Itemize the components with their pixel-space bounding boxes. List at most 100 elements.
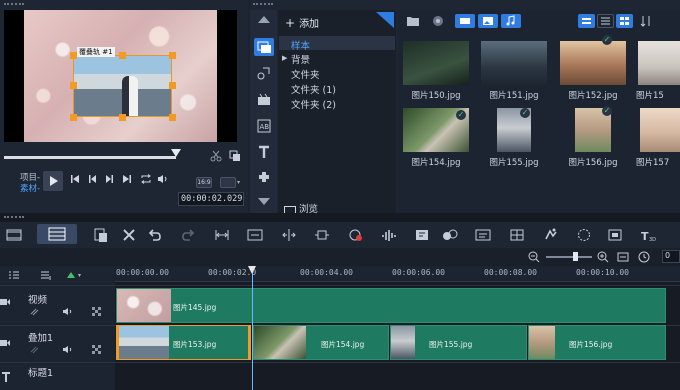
resize-handle-br[interactable]: [169, 114, 176, 121]
expand-arrow-icon[interactable]: ▶: [282, 54, 287, 62]
snapshot-icon[interactable]: [229, 150, 241, 162]
resize-handle-bl[interactable]: [70, 114, 77, 121]
panel-divider[interactable]: [0, 213, 680, 222]
track-manager-icon[interactable]: [8, 270, 20, 280]
timeline-view-button[interactable]: [37, 224, 77, 244]
mask-creator-icon[interactable]: [576, 227, 592, 243]
transition-icon[interactable]: [257, 66, 271, 80]
thumbnail-151[interactable]: [481, 41, 547, 85]
volume-icon[interactable]: [157, 174, 169, 184]
add-folder-button[interactable]: + 添加: [285, 15, 319, 30]
ripple-edit-icon[interactable]: [281, 227, 297, 243]
playhead-line[interactable]: [252, 266, 253, 390]
go-to-start-button[interactable]: [70, 174, 80, 184]
go-to-end-button[interactable]: [122, 174, 132, 184]
previous-frame-button[interactable]: [88, 174, 98, 184]
zoom-out-icon[interactable]: [528, 251, 540, 263]
audio-mixer-icon[interactable]: [381, 227, 397, 243]
folder-item-folder-1[interactable]: 文件夹 (1): [291, 82, 336, 96]
preview-screen[interactable]: 覆叠轨 #1: [4, 10, 237, 142]
split-clip-icon[interactable]: [214, 227, 230, 243]
time-remap-icon[interactable]: [543, 227, 559, 243]
redo-icon[interactable]: [180, 227, 196, 243]
resize-handle-tr[interactable]: [169, 52, 176, 59]
record-capture-icon[interactable]: [348, 227, 364, 243]
aspect-ratio-select[interactable]: 16:9: [196, 177, 212, 188]
folder-item-folder[interactable]: 文件夹: [291, 67, 320, 81]
sort-icon[interactable]: [640, 15, 652, 27]
trim-handle-left[interactable]: [116, 325, 119, 360]
resize-handle-tm[interactable]: [119, 52, 126, 59]
title-icon[interactable]: [257, 145, 271, 159]
zoom-slider-knob[interactable]: [573, 252, 578, 261]
view-thumbnails-button[interactable]: [616, 14, 633, 28]
trim-icon[interactable]: [314, 227, 330, 243]
resize-handle-ml[interactable]: [70, 82, 77, 89]
add-marker-icon[interactable]: [66, 271, 76, 279]
view-list-button[interactable]: [578, 14, 595, 28]
auto-music-icon[interactable]: [414, 227, 430, 243]
fit-project-icon[interactable]: [617, 251, 629, 263]
zoom-in-icon[interactable]: [597, 251, 609, 263]
filter-icon[interactable]: [257, 93, 271, 107]
overlay-clip-153[interactable]: 图片153.jpg: [116, 325, 250, 360]
panel-grip[interactable]: [253, 3, 273, 6]
panel-grip[interactable]: [4, 216, 24, 219]
filter-audio-button[interactable]: [501, 14, 521, 28]
chevron-down-icon[interactable]: ▾: [237, 179, 240, 186]
resize-handle-mr[interactable]: [169, 82, 176, 89]
thumbnail-150[interactable]: [403, 41, 469, 85]
subtitle-editor-icon[interactable]: [475, 227, 491, 243]
thumbnail-153[interactable]: [638, 41, 680, 85]
graphics-icon[interactable]: [257, 170, 271, 184]
grid-icon[interactable]: [92, 345, 101, 354]
media-library-icon[interactable]: [254, 38, 274, 56]
scissors-icon[interactable]: [210, 150, 222, 162]
folder-item-background[interactable]: 背景: [291, 52, 310, 66]
volume-icon[interactable]: [62, 307, 73, 316]
add-chapter-icon[interactable]: [40, 270, 52, 280]
paste-icon[interactable]: [93, 227, 109, 243]
repeat-icon[interactable]: [140, 174, 152, 184]
scrub-bar[interactable]: [4, 156, 176, 159]
scroll-up-icon[interactable]: [257, 14, 271, 24]
filter-video-button[interactable]: [455, 14, 475, 28]
video-clip[interactable]: 图片145.jpg: [116, 288, 666, 323]
marker-dropdown-icon[interactable]: ▾: [78, 272, 81, 279]
folder-item-folder-2[interactable]: 文件夹 (2): [291, 97, 336, 111]
text-ab-icon[interactable]: AB: [257, 119, 271, 133]
link-icon[interactable]: [30, 308, 40, 316]
pan-zoom-icon[interactable]: [607, 227, 623, 243]
scrub-handle[interactable]: [171, 149, 181, 157]
resize-handle-bm[interactable]: [119, 114, 126, 121]
import-folder-icon[interactable]: [406, 15, 420, 27]
panel-grip[interactable]: [4, 3, 24, 6]
view-details-button[interactable]: [597, 14, 614, 28]
folder-item-samples[interactable]: 样本: [291, 38, 310, 52]
record-icon[interactable]: [432, 15, 444, 27]
filter-photo-button[interactable]: [478, 14, 498, 28]
resize-handle-tl[interactable]: [70, 52, 77, 59]
grid-icon[interactable]: [92, 307, 101, 316]
fit-to-screen-icon[interactable]: [247, 227, 263, 243]
undo-icon[interactable]: [147, 227, 163, 243]
zoom-slider[interactable]: [546, 256, 592, 258]
volume-icon[interactable]: [62, 345, 73, 354]
trim-handle-right[interactable]: [248, 325, 251, 360]
timecode-display[interactable]: 00:00:02.029: [178, 192, 244, 206]
preview-size-select[interactable]: [220, 177, 236, 188]
storyboard-view-icon[interactable]: [6, 227, 22, 243]
title-3d-icon[interactable]: T 3D: [640, 227, 656, 243]
thumbnail-152[interactable]: [560, 41, 626, 85]
play-button[interactable]: [43, 171, 63, 191]
scroll-down-icon[interactable]: [257, 197, 271, 207]
overlay-clip-155[interactable]: 图片155.jpg: [390, 325, 527, 360]
motion-track-icon[interactable]: [442, 227, 458, 243]
overlay-clip-156[interactable]: 图片156.jpg: [528, 325, 666, 360]
tools-icon[interactable]: [121, 227, 137, 243]
clip-mode-tab[interactable]: 素材-: [20, 182, 40, 194]
next-frame-button[interactable]: [104, 174, 114, 184]
overlay-clip-preview[interactable]: [73, 55, 172, 117]
clock-icon[interactable]: [638, 251, 650, 263]
link-icon[interactable]: [30, 346, 40, 354]
